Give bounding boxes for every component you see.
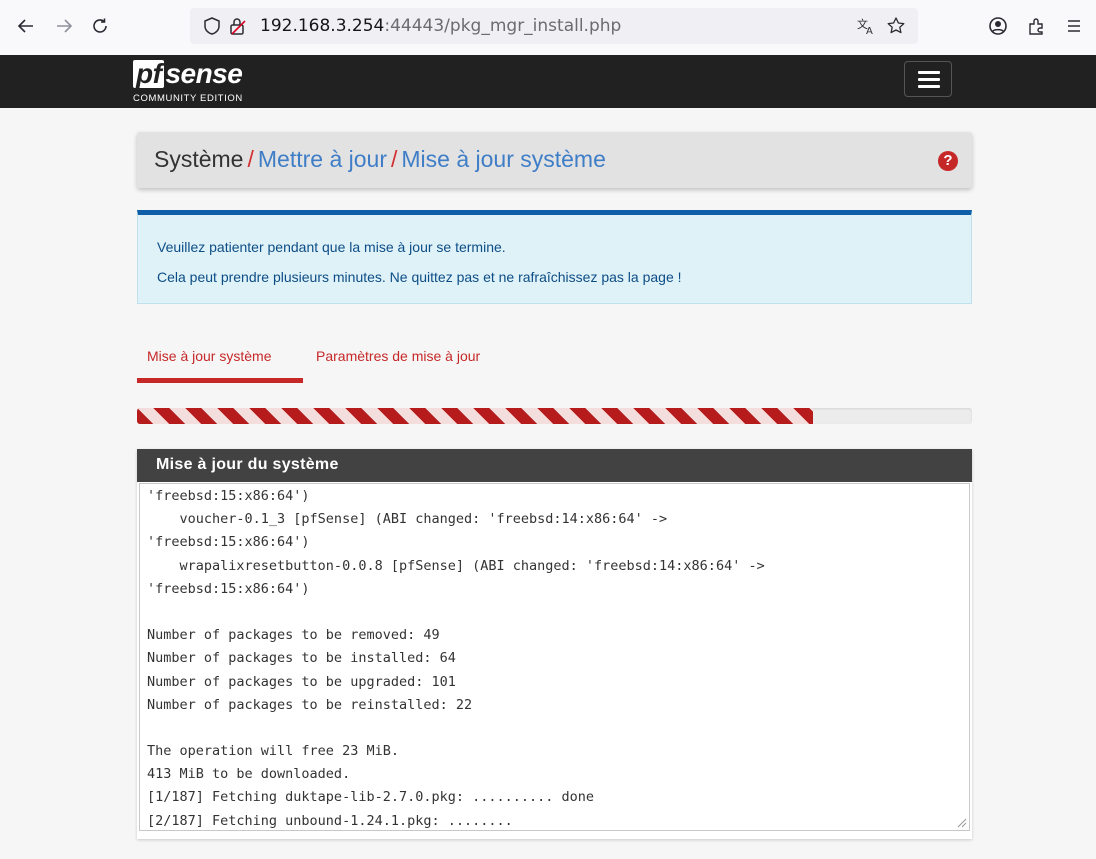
log-line: 413 MiB to be downloaded.	[147, 766, 351, 783]
extensions-icon[interactable]	[1022, 12, 1050, 40]
pfsense-logo[interactable]: pf sense COMMUNITY EDITION	[133, 58, 273, 106]
log-line: [2/187] Fetching unbound-1.24.1.pkg: ...…	[147, 812, 513, 829]
menu-icon[interactable]	[1060, 12, 1088, 40]
url-path: :44443/pkg_mgr_install.php	[384, 16, 622, 36]
log-line: Number of packages to be removed: 49	[147, 627, 440, 644]
logo-sense: sense	[165, 58, 243, 89]
forward-icon[interactable]	[50, 12, 78, 40]
log-line: voucher-0.1_3 [pfSense] (ABI changed: 'f…	[147, 511, 668, 528]
panel-heading: Mise à jour du système	[137, 449, 972, 482]
breadcrumb-text: Système / Mettre à jour / Mise à jour systèm…	[154, 146, 606, 173]
top-navbar: pf sense COMMUNITY EDITION	[0, 55, 1096, 108]
tab-system-update[interactable]: Mise à jour système	[147, 348, 271, 364]
hamburger-bar	[918, 85, 940, 88]
hamburger-menu-button[interactable]	[904, 61, 952, 97]
help-icon[interactable]: ?	[938, 151, 958, 171]
browser-toolbar: 192.168.3.254:44443/pkg_mgr_install.php …	[0, 0, 1096, 55]
hamburger-bar	[918, 78, 940, 81]
url-text[interactable]: 192.168.3.254:44443/pkg_mgr_install.php	[260, 16, 621, 36]
breadcrumb-link-system-update[interactable]: Mise à jour système	[401, 146, 606, 172]
logo-pf: pf	[133, 60, 165, 88]
log-line: Number of packages to be reinstalled: 22	[147, 696, 473, 713]
panel-title: Mise à jour du système	[156, 456, 339, 473]
log-lines: 'freebsd:15:x86:64') voucher-0.1_3 [pfSe…	[147, 485, 765, 830]
reload-icon[interactable]	[86, 12, 114, 40]
log-line: wrapalixresetbutton-0.0.8 [pfSense] (ABI…	[147, 557, 765, 574]
address-bar[interactable]: 192.168.3.254:44443/pkg_mgr_install.php …	[190, 8, 918, 44]
svg-text:A: A	[866, 26, 873, 36]
logo-edition: COMMUNITY EDITION	[133, 93, 243, 104]
breadcrumb-separator: /	[247, 146, 254, 172]
alert-line-1: Veuillez patienter pendant que la mise à…	[157, 239, 506, 255]
log-line: Number of packages to be installed: 64	[147, 650, 456, 667]
log-line: 'freebsd:15:x86:64')	[147, 580, 310, 597]
info-alert: Veuillez patienter pendant que la mise à…	[137, 210, 972, 304]
breadcrumb-separator: /	[390, 146, 398, 172]
update-log-textarea[interactable]: 'freebsd:15:x86:64') voucher-0.1_3 [pfSe…	[139, 483, 970, 831]
progress-fill	[137, 408, 814, 424]
shield-icon[interactable]	[202, 16, 222, 36]
log-line: 'freebsd:15:x86:64')	[147, 488, 310, 504]
update-output-panel: Mise à jour du système 'freebsd:15:x86:6…	[137, 449, 972, 839]
logo-wordmark: pf sense	[133, 58, 243, 90]
star-icon[interactable]	[886, 16, 906, 36]
breadcrumb: Système / Mettre à jour / Mise à jour systèm…	[137, 132, 972, 188]
progress-bar	[137, 408, 972, 424]
log-line: The operation will free 23 MiB.	[147, 743, 399, 760]
alert-line-2: Cela peut prendre plusieurs minutes. Ne …	[157, 269, 682, 285]
active-tab-indicator	[137, 378, 303, 383]
log-line: Number of packages to be upgraded: 101	[147, 673, 456, 690]
breadcrumb-root: Système	[154, 146, 244, 172]
translate-icon[interactable]: 文A	[856, 16, 876, 37]
back-icon[interactable]	[12, 12, 40, 40]
account-icon[interactable]	[984, 12, 1012, 40]
resize-grip-icon[interactable]	[955, 816, 967, 828]
lock-icon[interactable]	[228, 16, 248, 36]
breadcrumb-link-update[interactable]: Mettre à jour	[258, 146, 387, 172]
log-line: 'freebsd:15:x86:64')	[147, 534, 310, 551]
hamburger-bar	[918, 71, 940, 74]
log-line: [1/187] Fetching duktape-lib-2.7.0.pkg: …	[147, 789, 595, 806]
url-host: 192.168.3.254	[260, 16, 385, 36]
tab-update-settings[interactable]: Paramètres de mise à jour	[316, 348, 480, 364]
